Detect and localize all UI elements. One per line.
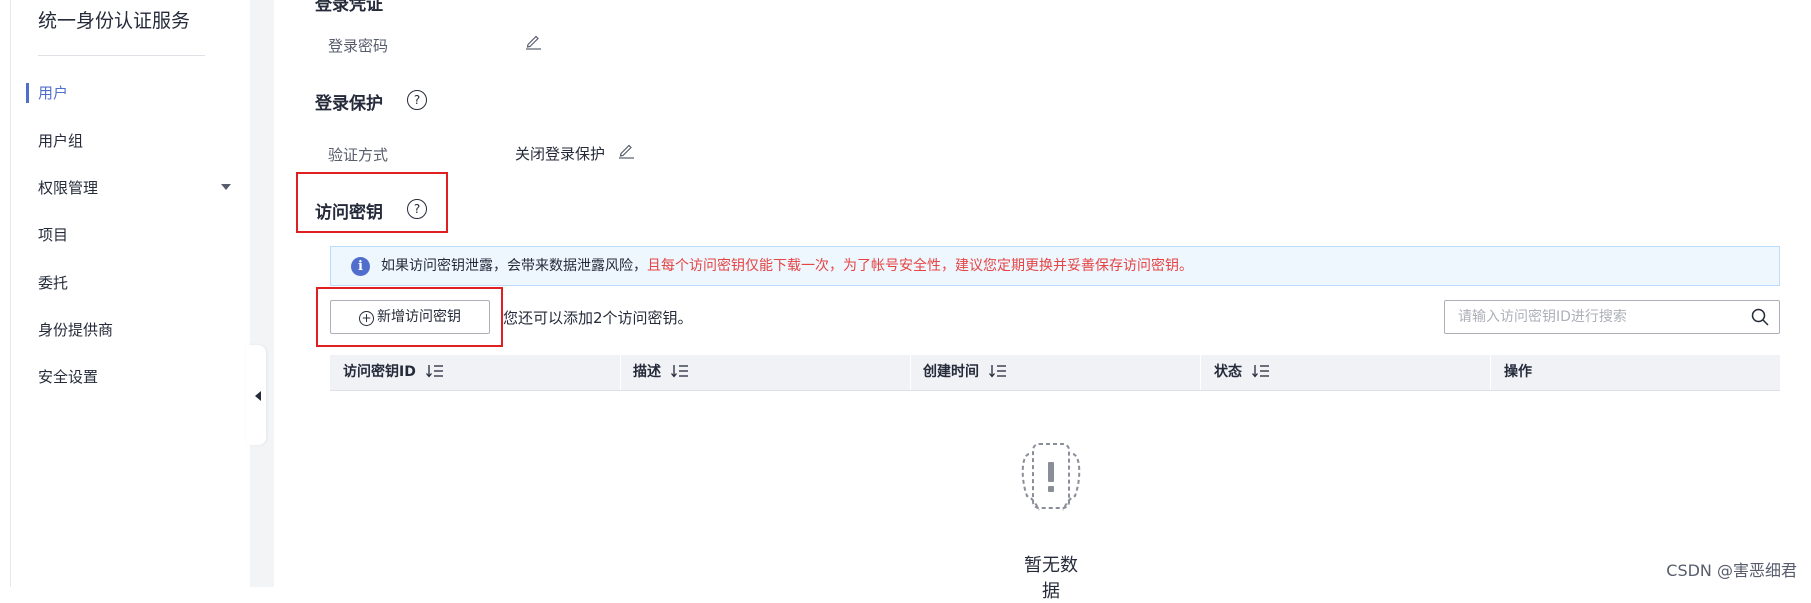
edit-protection-icon[interactable] <box>617 141 635 159</box>
column-header-label: 状态 <box>1214 364 1242 380</box>
layout-gutter <box>250 0 274 587</box>
chevron-down-icon[interactable] <box>221 184 231 190</box>
help-icon[interactable]: ? <box>407 90 427 110</box>
sidebar-item-security-settings[interactable]: 安全设置 <box>38 367 238 387</box>
main-content: 登录凭证 登录密码 登录保护 ? 验证方式 关闭登录保护 访问密钥 ? i 如果… <box>274 0 1811 602</box>
section-title-login-credentials: 登录凭证 <box>315 0 383 15</box>
watermark: CSDN @害恶细君 <box>1666 561 1797 580</box>
column-header-label: 描述 <box>633 364 661 380</box>
login-password-label: 登录密码 <box>328 37 389 55</box>
verification-method-value: 关闭登录保护 <box>515 145 606 163</box>
table-header: 访问密钥ID 描述 创建时间 状态 操作 <box>330 355 1780 391</box>
empty-state-text: 暂无数据 <box>1024 555 1078 602</box>
help-icon[interactable]: ? <box>407 199 427 219</box>
sidebar: 统一身份认证服务 用户 用户组 权限管理 项目 委托 身份提供商 安全设置 <box>10 0 251 587</box>
add-access-key-label: 新增访问密钥 <box>377 309 461 325</box>
collapse-left-icon <box>255 391 261 401</box>
column-header-status[interactable]: 状态 <box>1214 355 1270 390</box>
alert-text: 如果访问密钥泄露，会带来数据泄露风险，且每个访问密钥仅能下载一次，为了帐号安全性… <box>381 247 1193 285</box>
sort-icon[interactable] <box>1252 364 1270 378</box>
remaining-keys-hint: 您还可以添加2个访问密钥。 <box>503 309 693 327</box>
column-header-actions: 操作 <box>1504 364 1532 380</box>
sort-icon[interactable] <box>671 364 689 378</box>
add-circle-icon: + <box>359 311 374 326</box>
add-access-key-button[interactable]: + 新增访问密钥 <box>330 300 490 334</box>
alert-text-normal: 如果访问密钥泄露，会带来数据泄露风险， <box>381 258 647 274</box>
column-separator <box>620 355 621 390</box>
sidebar-item-projects[interactable]: 项目 <box>38 225 238 245</box>
sidebar-item-permissions[interactable]: 权限管理 <box>38 178 238 198</box>
sidebar-item-user-groups[interactable]: 用户组 <box>38 131 238 151</box>
column-separator <box>910 355 911 390</box>
sidebar-divider <box>38 55 205 56</box>
section-title-login-protection: 登录保护 <box>315 94 383 114</box>
sidebar-item-agencies[interactable]: 委托 <box>38 273 238 293</box>
edit-password-icon[interactable] <box>524 32 542 50</box>
column-separator <box>1200 355 1201 390</box>
sidebar-item-identity-providers[interactable]: 身份提供商 <box>38 320 238 340</box>
search-input[interactable] <box>1445 301 1748 333</box>
sort-icon[interactable] <box>989 364 1007 378</box>
sidebar-collapse-handle[interactable] <box>246 345 266 445</box>
verification-method-label: 验证方式 <box>328 146 389 164</box>
info-alert: i 如果访问密钥泄露，会带来数据泄露风险，且每个访问密钥仅能下载一次，为了帐号安… <box>330 246 1780 286</box>
sidebar-item-users[interactable]: 用户 <box>38 83 238 103</box>
search-icon[interactable] <box>1751 308 1769 326</box>
info-icon: i <box>351 257 370 276</box>
column-header-label: 创建时间 <box>923 364 979 380</box>
empty-state-icon <box>1021 443 1081 511</box>
column-separator <box>1490 355 1491 390</box>
active-indicator <box>26 83 29 103</box>
column-header-key-id[interactable]: 访问密钥ID <box>343 355 444 390</box>
search-box[interactable] <box>1444 300 1780 334</box>
column-header-description[interactable]: 描述 <box>633 355 689 390</box>
service-title: 统一身份认证服务 <box>38 10 191 32</box>
section-title-access-keys: 访问密钥 <box>315 203 383 223</box>
alert-text-highlight: 且每个访问密钥仅能下载一次，为了帐号安全性，建议您定期更换并妥善保存访问密钥。 <box>647 258 1193 274</box>
column-header-created-time[interactable]: 创建时间 <box>923 355 1007 390</box>
sort-icon[interactable] <box>425 364 444 378</box>
column-header-label: 访问密钥ID <box>343 364 416 380</box>
